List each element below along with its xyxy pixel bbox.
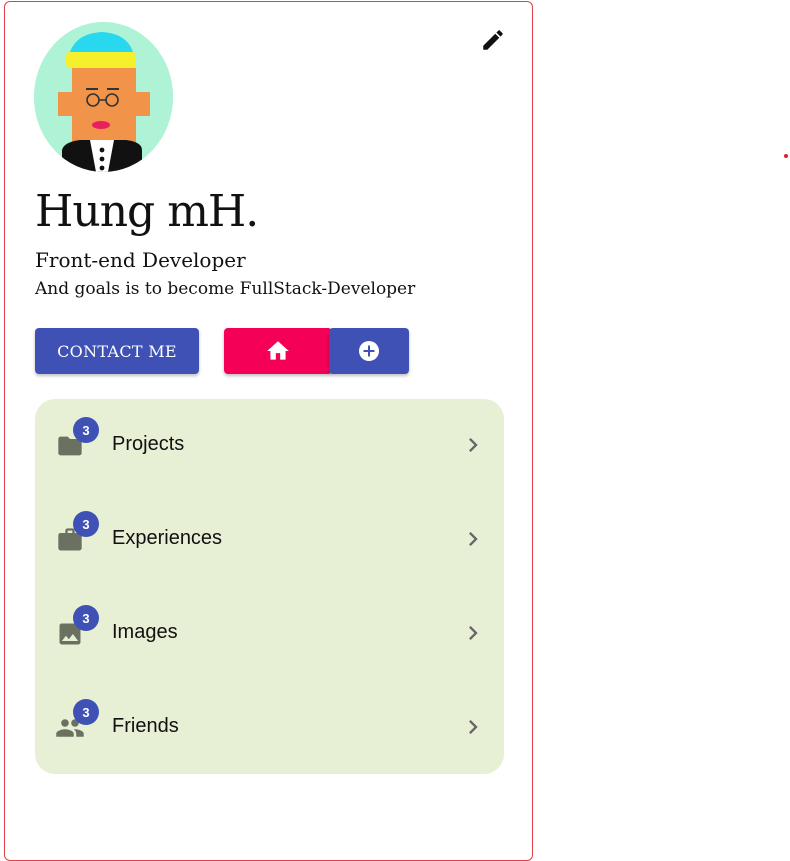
contact-me-button[interactable]: CONTACT ME bbox=[35, 328, 199, 374]
home-icon bbox=[267, 341, 289, 360]
profile-role: Front-end Developer bbox=[35, 248, 246, 272]
count-badge: 3 bbox=[73, 699, 99, 725]
avatar bbox=[34, 22, 173, 172]
menu-item-label: Friends bbox=[112, 715, 179, 737]
menu-item-images[interactable]: 3 Images bbox=[35, 587, 504, 681]
menu-item-label: Projects bbox=[112, 433, 185, 455]
menu-item-label: Experiences bbox=[112, 527, 223, 549]
count-badge: 3 bbox=[73, 605, 99, 631]
chevron-right-icon bbox=[469, 720, 478, 734]
profile-menu: 3 Projects 3 Experiences 3 Images 3 Frie… bbox=[35, 399, 504, 774]
chevron-right-icon bbox=[469, 438, 478, 452]
chevron-right-icon bbox=[469, 626, 478, 640]
profile-goal: And goals is to become FullStack-Develop… bbox=[35, 279, 416, 299]
chevron-right-icon bbox=[469, 532, 478, 546]
menu-item-projects[interactable]: 3 Projects bbox=[35, 399, 504, 493]
count-badge: 3 bbox=[73, 511, 99, 537]
pencil-icon bbox=[483, 30, 503, 50]
menu-item-label: Images bbox=[112, 621, 178, 643]
count-badge: 3 bbox=[73, 417, 99, 443]
add-circle-icon bbox=[359, 341, 379, 361]
red-dot bbox=[784, 154, 788, 158]
profile-name: Hung mH. bbox=[35, 186, 259, 237]
edit-button[interactable] bbox=[477, 24, 509, 56]
home-button[interactable] bbox=[224, 328, 332, 374]
menu-item-friends[interactable]: 3 Friends bbox=[35, 681, 504, 775]
menu-item-experiences[interactable]: 3 Experiences bbox=[35, 493, 504, 587]
add-button[interactable] bbox=[329, 328, 409, 374]
